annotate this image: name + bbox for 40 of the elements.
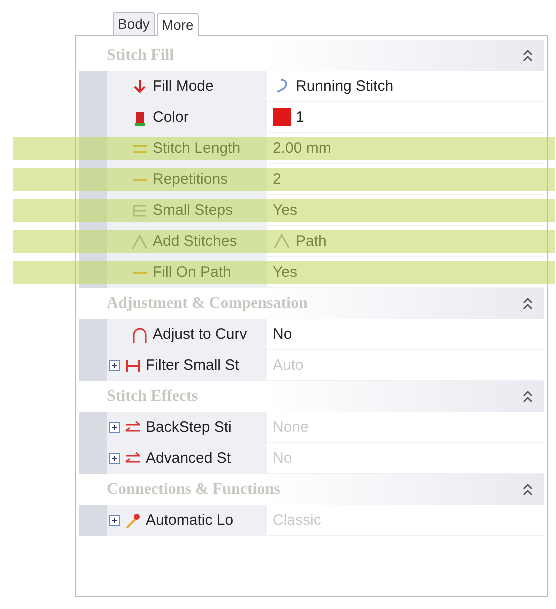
property-row[interactable]: Color 1	[79, 102, 544, 133]
peak-icon	[273, 232, 291, 250]
property-label: Advanced St	[146, 450, 232, 467]
section-title: Stitch Effects	[107, 388, 198, 406]
arch-icon	[131, 326, 149, 344]
property-value[interactable]: 2.00 mm	[273, 140, 332, 156]
peak-icon	[131, 232, 149, 250]
property-row[interactable]: Repetitions 2	[79, 164, 544, 195]
property-value[interactable]: Yes	[273, 202, 298, 218]
property-value[interactable]: Path	[296, 232, 327, 250]
property-label: Color	[153, 109, 189, 126]
property-label: Add Stitches	[153, 233, 238, 250]
property-row[interactable]: Fill Mode Running Stitch	[79, 71, 544, 102]
property-label: Filter Small St	[146, 357, 240, 374]
pin-icon	[124, 512, 142, 530]
property-row[interactable]: Small Steps Yes	[79, 195, 544, 226]
tab[interactable]: Body	[113, 12, 155, 35]
property-label: Fill On Path	[153, 264, 232, 281]
property-label: BackStep Sti	[146, 419, 232, 436]
property-label: Fill Mode	[153, 78, 214, 95]
tab[interactable]: More	[156, 13, 199, 36]
section-title: Stitch Fill	[107, 46, 174, 64]
property-row[interactable]: Stitch Length 2.00 mm	[79, 133, 544, 164]
property-row[interactable]: Fill On Path Yes	[79, 257, 544, 288]
section-title: Connections & Functions	[107, 480, 280, 498]
property-value[interactable]: Yes	[273, 264, 298, 280]
dash-icon	[131, 176, 149, 182]
property-value[interactable]: 1	[296, 108, 304, 126]
dash-icon	[131, 270, 149, 276]
section-title: Adjustment & Compensation	[107, 294, 308, 312]
property-label: Adjust to Curv	[153, 326, 248, 343]
property-label: Small Steps	[153, 202, 234, 219]
property-value[interactable]: Running Stitch	[296, 78, 394, 94]
property-row[interactable]: Add Stitches Path	[79, 226, 544, 257]
property-label: Stitch Length	[153, 140, 241, 157]
property-label: Automatic Lo	[146, 512, 234, 529]
property-value[interactable]: No	[273, 326, 292, 342]
property-row[interactable]: Adjust to Curv No	[79, 319, 544, 350]
property-value[interactable]: 2	[273, 170, 282, 188]
property-label: Repetitions	[153, 171, 228, 188]
